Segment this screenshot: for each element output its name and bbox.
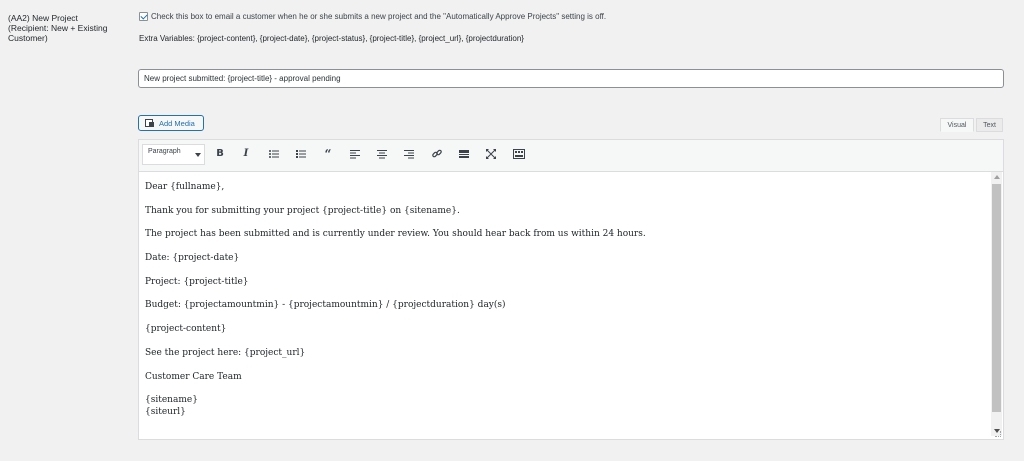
bold-icon[interactable]: B (213, 147, 227, 161)
editor-scrollbar[interactable] (991, 172, 1002, 436)
chevron-down-icon (195, 153, 201, 157)
scroll-thumb[interactable] (992, 184, 1001, 412)
body-line: Dear {fullname}, (145, 182, 225, 192)
numbered-list-icon[interactable] (294, 147, 308, 161)
extra-variables-text: Extra Variables: {project-content}, {pro… (139, 34, 524, 43)
body-line: The project has been submitted and is cu… (145, 229, 646, 239)
tab-text[interactable]: Text (976, 118, 1003, 132)
toolbar-toggle-icon[interactable] (512, 147, 526, 161)
email-toggle-row: Check this box to email a customer when … (139, 12, 606, 21)
align-right-icon[interactable] (402, 147, 416, 161)
body-line: {project-content} (145, 324, 227, 334)
blockquote-icon[interactable]: “ (321, 147, 335, 161)
setting-label-line: (AA2) New Project (8, 13, 78, 23)
email-body-editor: Paragraph B I “ Dear {fullname}, Thank y… (138, 139, 1004, 440)
add-media-icon (145, 118, 155, 128)
bullet-list-icon[interactable] (267, 147, 281, 161)
email-subject-input[interactable] (138, 69, 1004, 88)
body-line: See the project here: {project_url} (145, 348, 306, 358)
body-line: Thank you for submitting your project {p… (145, 206, 460, 216)
body-line: Date: {project-date} (145, 253, 240, 263)
setting-label-line: (Recipient: New + Existing (8, 23, 108, 33)
align-center-icon[interactable] (375, 147, 389, 161)
align-left-icon[interactable] (348, 147, 362, 161)
body-line: {sitename} (145, 395, 198, 405)
scroll-up-arrow-icon[interactable] (994, 175, 1000, 179)
body-line: Customer Care Team (145, 372, 242, 382)
body-line: Budget: {projectamountmin} - {projectamo… (145, 300, 506, 310)
setting-label-line: Customer) (8, 33, 48, 43)
tab-visual[interactable]: Visual (940, 118, 974, 132)
read-more-icon[interactable] (457, 147, 471, 161)
italic-icon[interactable]: I (239, 147, 253, 161)
resize-handle-icon[interactable] (995, 431, 1001, 437)
link-icon[interactable] (430, 147, 444, 161)
body-line: Project: {project-title} (145, 277, 249, 287)
editor-toolbar: Paragraph B I “ (139, 140, 1003, 172)
fullscreen-icon[interactable] (484, 147, 498, 161)
format-select[interactable]: Paragraph (142, 144, 205, 165)
body-line: {siteurl} (145, 407, 186, 417)
add-media-button[interactable]: Add Media (138, 115, 204, 131)
email-toggle-label[interactable]: Check this box to email a customer when … (151, 12, 606, 21)
setting-label: (AA2) New Project (Recipient: New + Exis… (8, 13, 128, 43)
email-toggle-checkbox[interactable] (139, 12, 148, 21)
add-media-label: Add Media (159, 118, 195, 128)
format-select-value: Paragraph (148, 148, 181, 155)
